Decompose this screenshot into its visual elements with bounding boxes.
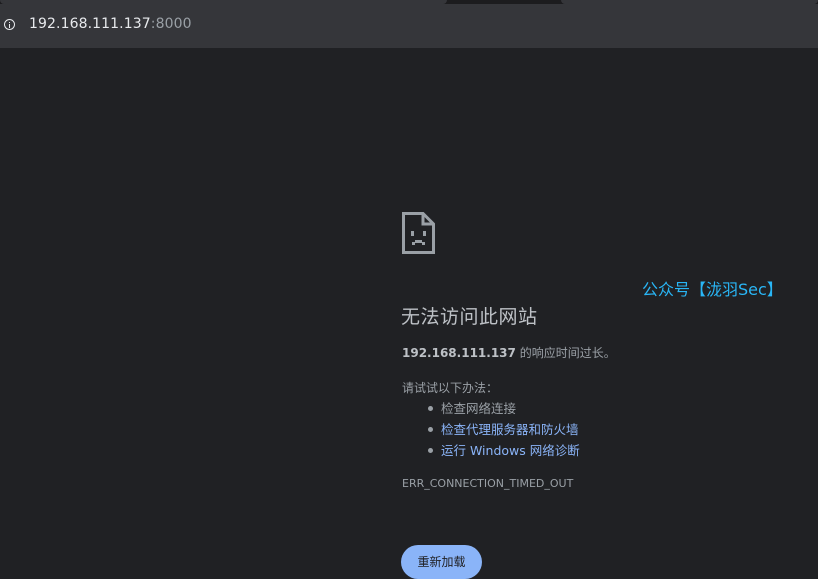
suggestion-list: 检查网络连接 检查代理服务器和防火墙 运行 Windows 网络诊断 bbox=[402, 398, 580, 461]
info-circle-icon[interactable] bbox=[4, 19, 15, 30]
url-text[interactable]: 192.168.111.137:8000 bbox=[29, 16, 192, 32]
reload-button[interactable]: 重新加载 bbox=[401, 545, 482, 579]
suggestion-check-proxy-link[interactable]: 检查代理服务器和防火墙 bbox=[402, 419, 580, 440]
address-bar[interactable]: 192.168.111.137:8000 bbox=[0, 4, 818, 48]
url-host: 192.168.111.137 bbox=[29, 16, 151, 32]
error-host: 192.168.111.137 bbox=[402, 346, 516, 360]
error-description-text: 的响应时间过长。 bbox=[515, 346, 616, 360]
suggestion-windows-diagnostics-link[interactable]: 运行 Windows 网络诊断 bbox=[402, 440, 580, 461]
suggestion-check-network: 检查网络连接 bbox=[402, 398, 580, 419]
error-code: ERR_CONNECTION_TIMED_OUT bbox=[402, 477, 574, 490]
sad-page-icon bbox=[402, 212, 435, 254]
watermark-text: 公众号【泷羽Sec】 bbox=[642, 280, 783, 299]
error-title: 无法访问此网站 bbox=[401, 306, 538, 328]
suggestions-heading: 请试试以下办法： bbox=[402, 381, 499, 395]
url-port: :8000 bbox=[150, 16, 192, 32]
error-description: 192.168.111.137 的响应时间过长。 bbox=[402, 344, 616, 361]
